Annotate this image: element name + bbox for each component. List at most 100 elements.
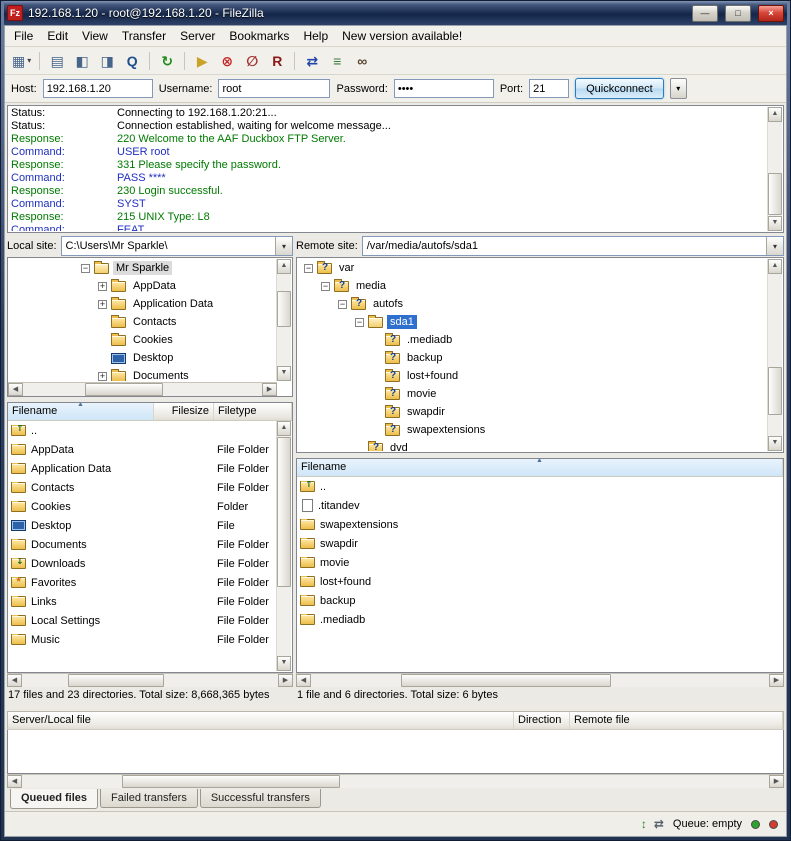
local-list-hscroll[interactable]: ◀ ▶	[7, 673, 293, 687]
file-row-cookies[interactable]: CookiesFolder	[8, 497, 277, 516]
column-header-filetype[interactable]: Filetype	[214, 403, 292, 420]
file-row-[interactable]: ..	[8, 421, 277, 440]
tree-node-application-data[interactable]: +Application Data	[9, 295, 275, 313]
file-row-links[interactable]: LinksFile Folder	[8, 592, 277, 611]
reconnect-button[interactable]: R	[265, 50, 289, 72]
column-header-filesize[interactable]: Filesize	[154, 403, 214, 420]
quickconnect-dropdown-button[interactable]: ▾	[670, 78, 687, 99]
scroll-thumb[interactable]	[277, 437, 291, 587]
column-header-filename[interactable]: ▲Filename	[8, 403, 154, 420]
tree-node-media[interactable]: −media	[298, 277, 766, 295]
minimize-button[interactable]: —	[692, 5, 718, 22]
password-input[interactable]	[394, 79, 494, 98]
expand-icon[interactable]: +	[98, 282, 107, 291]
collapse-icon[interactable]: −	[304, 264, 313, 273]
synchronized-browsing-button[interactable]: ≡	[325, 50, 349, 72]
find-files-button[interactable]: ∞	[350, 50, 374, 72]
local-list-vscroll[interactable]: ▲ ▼	[276, 421, 291, 671]
scroll-thumb[interactable]	[768, 173, 782, 215]
scroll-thumb[interactable]	[768, 367, 782, 415]
tree-node-contacts[interactable]: Contacts	[9, 313, 275, 331]
column-header-remote-file[interactable]: Remote file	[570, 712, 783, 729]
scroll-right-icon[interactable]: ▶	[769, 775, 784, 788]
tab-successful-transfers[interactable]: Successful transfers	[200, 789, 321, 808]
scroll-thumb[interactable]	[277, 291, 291, 327]
tree-node-appdata[interactable]: +AppData	[9, 277, 275, 295]
process-queue-button[interactable]: ▶	[190, 50, 214, 72]
collapse-icon[interactable]: −	[321, 282, 330, 291]
scroll-left-icon[interactable]: ◀	[296, 674, 311, 687]
scroll-up-icon[interactable]: ▲	[768, 259, 782, 274]
quickconnect-button[interactable]: Quickconnect	[575, 78, 664, 99]
file-row-local-settings[interactable]: Local SettingsFile Folder	[8, 611, 277, 630]
tree-node-documents[interactable]: +Documents	[9, 367, 275, 381]
collapse-icon[interactable]: −	[355, 318, 364, 327]
tree-node-desktop[interactable]: Desktop	[9, 349, 275, 367]
expand-icon[interactable]: +	[98, 372, 107, 381]
collapse-icon[interactable]: −	[338, 300, 347, 309]
scroll-up-icon[interactable]: ▲	[277, 421, 291, 436]
scroll-right-icon[interactable]: ▶	[769, 674, 784, 687]
tree-node-cookies[interactable]: Cookies	[9, 331, 275, 349]
toggle-remote-tree-button[interactable]: ◨	[95, 50, 119, 72]
column-header-server-local-file[interactable]: Server/Local file	[8, 712, 514, 729]
tree-node-mediadb[interactable]: .mediadb	[298, 331, 766, 349]
close-button[interactable]: ×	[758, 5, 784, 22]
remote-list-hscroll[interactable]: ◀ ▶	[296, 673, 784, 687]
directory-comparison-button[interactable]: ⇄	[300, 50, 324, 72]
file-row-application-data[interactable]: Application DataFile Folder	[8, 459, 277, 478]
scroll-right-icon[interactable]: ▶	[278, 674, 293, 687]
file-row-favorites[interactable]: FavoritesFile Folder	[8, 573, 277, 592]
local-site-combo[interactable]: C:\Users\Mr Sparkle\ ▾	[61, 236, 293, 256]
port-input[interactable]	[529, 79, 569, 98]
scroll-thumb[interactable]	[68, 674, 164, 687]
maximize-button[interactable]: □	[725, 5, 751, 22]
file-row-documents[interactable]: DocumentsFile Folder	[8, 535, 277, 554]
file-row-titandev[interactable]: .titandev	[297, 496, 783, 515]
tree-node-autofs[interactable]: −autofs	[298, 295, 766, 313]
queue-hscroll[interactable]: ◀ ▶	[7, 774, 784, 788]
file-row-contacts[interactable]: ContactsFile Folder	[8, 478, 277, 497]
menu-item-transfer[interactable]: Transfer	[115, 27, 173, 45]
directory-comparison-status-icon[interactable]: ⇄	[654, 817, 664, 831]
expand-icon[interactable]: +	[98, 300, 107, 309]
scroll-thumb[interactable]	[85, 383, 163, 396]
scroll-down-icon[interactable]: ▼	[277, 656, 291, 671]
scroll-left-icon[interactable]: ◀	[7, 775, 22, 788]
menu-item-view[interactable]: View	[75, 27, 115, 45]
file-row-desktop[interactable]: DesktopFile	[8, 516, 277, 535]
file-row-mediadb[interactable]: .mediadb	[297, 610, 783, 629]
scroll-down-icon[interactable]: ▼	[768, 216, 782, 231]
tab-failed-transfers[interactable]: Failed transfers	[100, 789, 198, 808]
scroll-down-icon[interactable]: ▼	[768, 436, 782, 451]
tab-queued-files[interactable]: Queued files	[10, 789, 98, 809]
toggle-message-log-button[interactable]: ▤	[45, 50, 69, 72]
menu-item-edit[interactable]: Edit	[40, 27, 75, 45]
scroll-down-icon[interactable]: ▼	[277, 366, 291, 381]
tree-node-swapextensions[interactable]: swapextensions	[298, 421, 766, 439]
scroll-up-icon[interactable]: ▲	[277, 259, 291, 274]
disconnect-button[interactable]: ∅	[240, 50, 264, 72]
speed-limits-icon[interactable]: ↕	[641, 817, 647, 831]
cancel-button[interactable]: ⊗	[215, 50, 239, 72]
file-row-swapextensions[interactable]: swapextensions	[297, 515, 783, 534]
column-header-filename[interactable]: ▲Filename	[297, 459, 783, 476]
menu-item-file[interactable]: File	[7, 27, 40, 45]
file-row-movie[interactable]: movie	[297, 553, 783, 572]
tree-node-mr-sparkle[interactable]: −Mr Sparkle	[9, 259, 275, 277]
scroll-up-icon[interactable]: ▲	[768, 107, 782, 122]
file-row-backup[interactable]: backup	[297, 591, 783, 610]
file-row-[interactable]: ..	[297, 477, 783, 496]
tree-node-dvd[interactable]: dvd	[298, 439, 766, 451]
scroll-left-icon[interactable]: ◀	[7, 674, 22, 687]
column-header-direction[interactable]: Direction	[514, 712, 570, 729]
tree-node-swapdir[interactable]: swapdir	[298, 403, 766, 421]
file-row-swapdir[interactable]: swapdir	[297, 534, 783, 553]
file-row-appdata[interactable]: AppDataFile Folder	[8, 440, 277, 459]
scroll-right-icon[interactable]: ▶	[262, 383, 277, 396]
toggle-queue-button[interactable]: Q	[120, 50, 144, 72]
scroll-thumb[interactable]	[401, 674, 611, 687]
tree-node-lost-found[interactable]: lost+found	[298, 367, 766, 385]
local-tree-hscroll[interactable]: ◀ ▶	[8, 382, 277, 396]
tree-node-movie[interactable]: movie	[298, 385, 766, 403]
